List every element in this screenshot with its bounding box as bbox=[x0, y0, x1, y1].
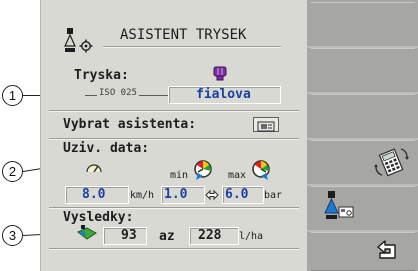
nozzle-gear-icon bbox=[64, 28, 93, 53]
pressure-gauge-min-icon bbox=[194, 160, 212, 180]
iso-code: ISO 025 bbox=[97, 88, 139, 98]
nozzle-color-value: fialova bbox=[196, 87, 251, 102]
field-rate-icon bbox=[77, 225, 97, 240]
callout-3: 3 bbox=[2, 225, 23, 246]
calculator-swap-icon bbox=[374, 148, 409, 177]
softkey-calculator[interactable] bbox=[311, 140, 415, 185]
pressure-min-field[interactable]: 1.0 bbox=[161, 186, 205, 204]
pressure-max-value: 6.0 bbox=[225, 187, 249, 202]
speed-unit: km/h bbox=[130, 190, 155, 201]
main-panel: ASISTENT TRYSEK Tryska: ISO 025 fialova … bbox=[40, 0, 308, 271]
assistant-label: Vybrat asistenta: bbox=[63, 117, 197, 132]
softkey-back[interactable] bbox=[311, 232, 415, 271]
nozzle-color-field[interactable]: fialova bbox=[168, 86, 281, 104]
result-from-field: 93 bbox=[103, 227, 147, 245]
softkey-3[interactable] bbox=[311, 94, 415, 139]
assistant-button[interactable] bbox=[253, 117, 279, 132]
softkey-1[interactable] bbox=[311, 2, 415, 47]
user-data-label: Uziv. data: bbox=[63, 141, 150, 156]
pressure-max-prefix: max bbox=[228, 170, 247, 181]
callout-1: 1 bbox=[2, 85, 23, 106]
results-label: Vysledky: bbox=[63, 210, 134, 225]
callout-2: 2 bbox=[2, 161, 23, 182]
back-arrow-icon bbox=[377, 240, 396, 259]
pressure-max-field[interactable]: 6.0 bbox=[222, 186, 264, 204]
page-title: ASISTENT TRYSEK bbox=[120, 27, 247, 43]
softkey-column bbox=[307, 0, 418, 271]
softkey-2[interactable] bbox=[311, 48, 415, 93]
pressure-min-prefix: min bbox=[170, 170, 189, 181]
result-to-word: az bbox=[159, 229, 175, 244]
assistant-card-icon bbox=[257, 121, 275, 132]
softkey-nozzle-settings[interactable] bbox=[311, 186, 415, 231]
nozzle-color-icon bbox=[213, 66, 227, 81]
speed-value: 8.0 bbox=[82, 187, 106, 202]
pressure-gauge-max-icon bbox=[252, 160, 270, 180]
nozzle-label: Tryska: bbox=[74, 68, 129, 83]
speed-field[interactable]: 8.0 bbox=[65, 186, 129, 204]
nozzle-settings-icon bbox=[324, 191, 354, 219]
result-to-field: 228 bbox=[189, 227, 239, 245]
swap-arrows-icon bbox=[205, 189, 219, 201]
result-unit: l/ha bbox=[239, 231, 264, 242]
result-from-value: 93 bbox=[121, 228, 137, 243]
pressure-unit: bar bbox=[264, 190, 283, 201]
speedometer-icon bbox=[86, 164, 102, 173]
pressure-min-value: 1.0 bbox=[164, 187, 188, 202]
result-to-value: 228 bbox=[198, 228, 222, 243]
